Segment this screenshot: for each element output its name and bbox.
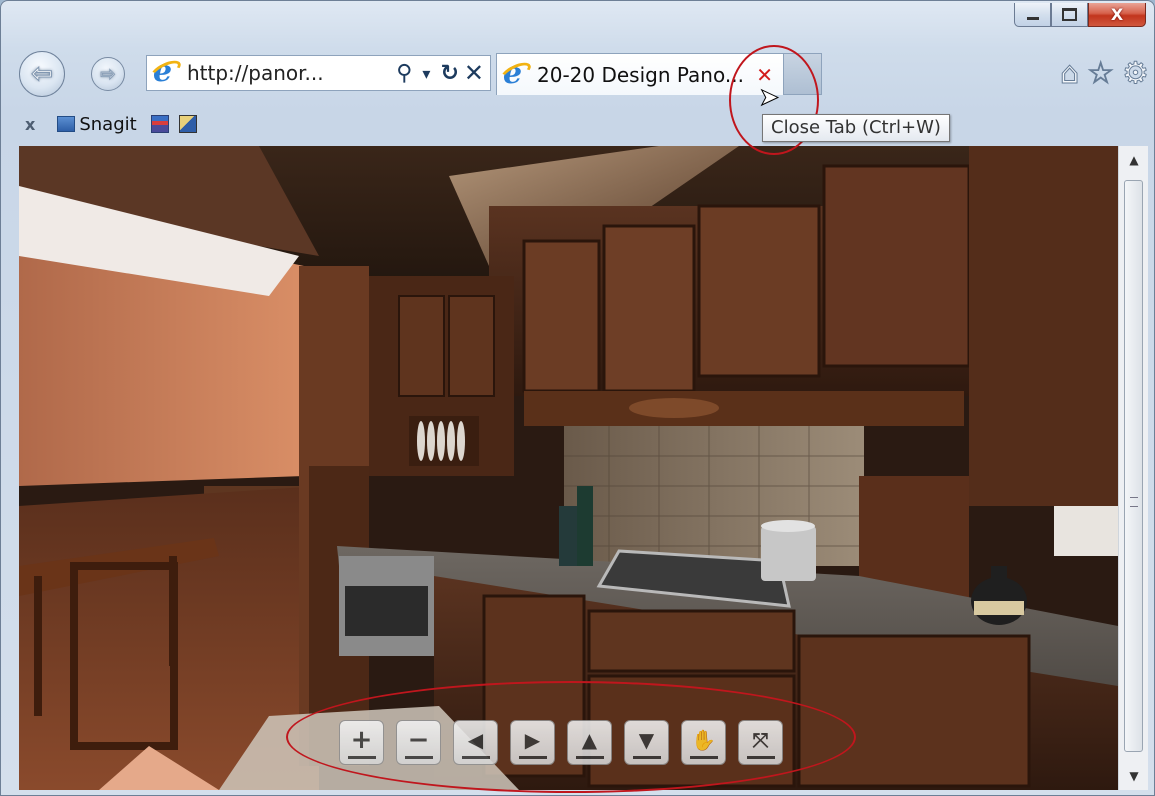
- mouse-cursor-icon: ➤: [758, 83, 780, 112]
- window-controls: X: [1014, 3, 1146, 27]
- back-arrow-icon: ⇦: [31, 59, 54, 90]
- refresh-icon[interactable]: ↻: [440, 61, 458, 86]
- dropdown-icon[interactable]: ▾: [422, 64, 430, 83]
- search-icon[interactable]: ⚲: [396, 61, 412, 86]
- tab-ie-icon: e: [498, 56, 534, 91]
- minimize-icon: [1026, 17, 1039, 20]
- close-icon: X: [1110, 5, 1124, 24]
- favorites-star-icon[interactable]: ☆: [1087, 56, 1115, 91]
- scroll-up-icon[interactable]: ▲: [1119, 146, 1149, 174]
- snagit-icon: [57, 116, 76, 132]
- browser-window: X ⇦ ⇨ e http://panor... ⚲ ▾ ↻ ✕ e 20-20 …: [0, 0, 1155, 796]
- annotation-circle-controls: [286, 681, 856, 793]
- close-tab-tooltip: Close Tab (Ctrl+W): [762, 114, 950, 142]
- vertical-scrollbar[interactable]: ▲ ▼: [1118, 146, 1148, 790]
- stop-icon[interactable]: ✕: [464, 59, 484, 87]
- address-bar[interactable]: e http://panor... ⚲ ▾ ↻ ✕: [146, 54, 491, 91]
- scroll-thumb[interactable]: [1124, 180, 1143, 752]
- address-url[interactable]: http://panor...: [187, 61, 391, 85]
- forward-arrow-icon: ⇨: [100, 63, 116, 85]
- scroll-down-icon[interactable]: ▼: [1119, 762, 1149, 790]
- scroll-grip-icon: [1130, 497, 1138, 507]
- maximize-icon: [1062, 8, 1077, 21]
- settings-gear-icon[interactable]: ⚙: [1122, 56, 1150, 91]
- snagit-capture-icon[interactable]: [150, 115, 169, 133]
- browser-tools: ⌂ ☆ ⚙: [1060, 56, 1150, 91]
- navigation-bar: ⇦ ⇨ e http://panor... ⚲ ▾ ↻ ✕ e 20-20 De…: [19, 49, 1149, 99]
- snagit-button[interactable]: Snagit: [79, 114, 136, 135]
- snagit-editor-icon[interactable]: [178, 115, 197, 133]
- favorites-bar: x Snagit: [11, 109, 1146, 139]
- back-button[interactable]: ⇦: [19, 51, 65, 97]
- minimize-button[interactable]: [1014, 3, 1051, 27]
- close-window-button[interactable]: X: [1088, 3, 1146, 27]
- maximize-button[interactable]: [1051, 3, 1088, 27]
- home-icon[interactable]: ⌂: [1060, 56, 1080, 91]
- ie-logo-icon: e: [148, 54, 184, 89]
- close-bar-icon[interactable]: x: [25, 115, 35, 134]
- forward-button[interactable]: ⇨: [91, 57, 125, 91]
- tab-title: 20-20 Design Pano...: [537, 62, 744, 87]
